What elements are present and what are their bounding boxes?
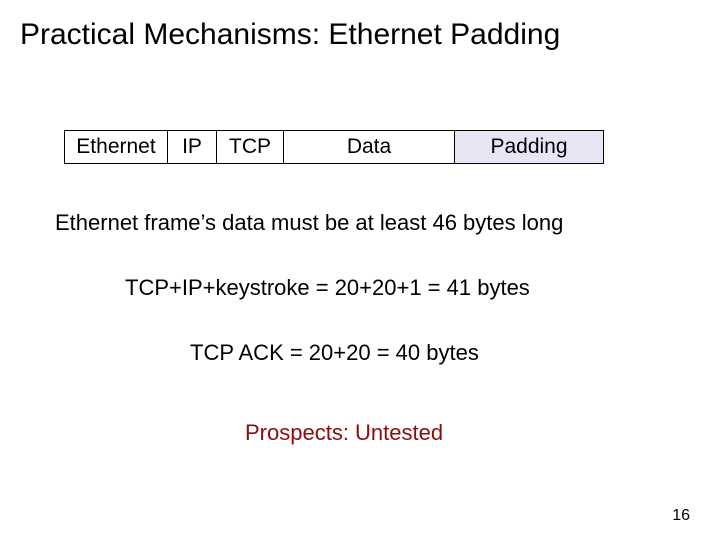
text-calc-2: TCP ACK = 20+20 = 40 bytes	[190, 340, 479, 366]
packet-cell-data: Data	[283, 130, 455, 164]
packet-cell-padding: Padding	[454, 130, 604, 164]
slide-title: Practical Mechanisms: Ethernet Padding	[20, 18, 700, 52]
packet-cell-ip: IP	[167, 130, 217, 164]
text-frame-rule: Ethernet frame’s data must be at least 4…	[55, 210, 563, 236]
text-prospects: Prospects: Untested	[245, 420, 443, 446]
packet-diagram: Ethernet IP TCP Data Padding	[64, 130, 604, 164]
packet-cell-tcp: TCP	[216, 130, 284, 164]
text-calc-1: TCP+IP+keystroke = 20+20+1 = 41 bytes	[125, 275, 530, 301]
page-number: 16	[672, 507, 690, 525]
packet-cell-ethernet: Ethernet	[64, 130, 168, 164]
